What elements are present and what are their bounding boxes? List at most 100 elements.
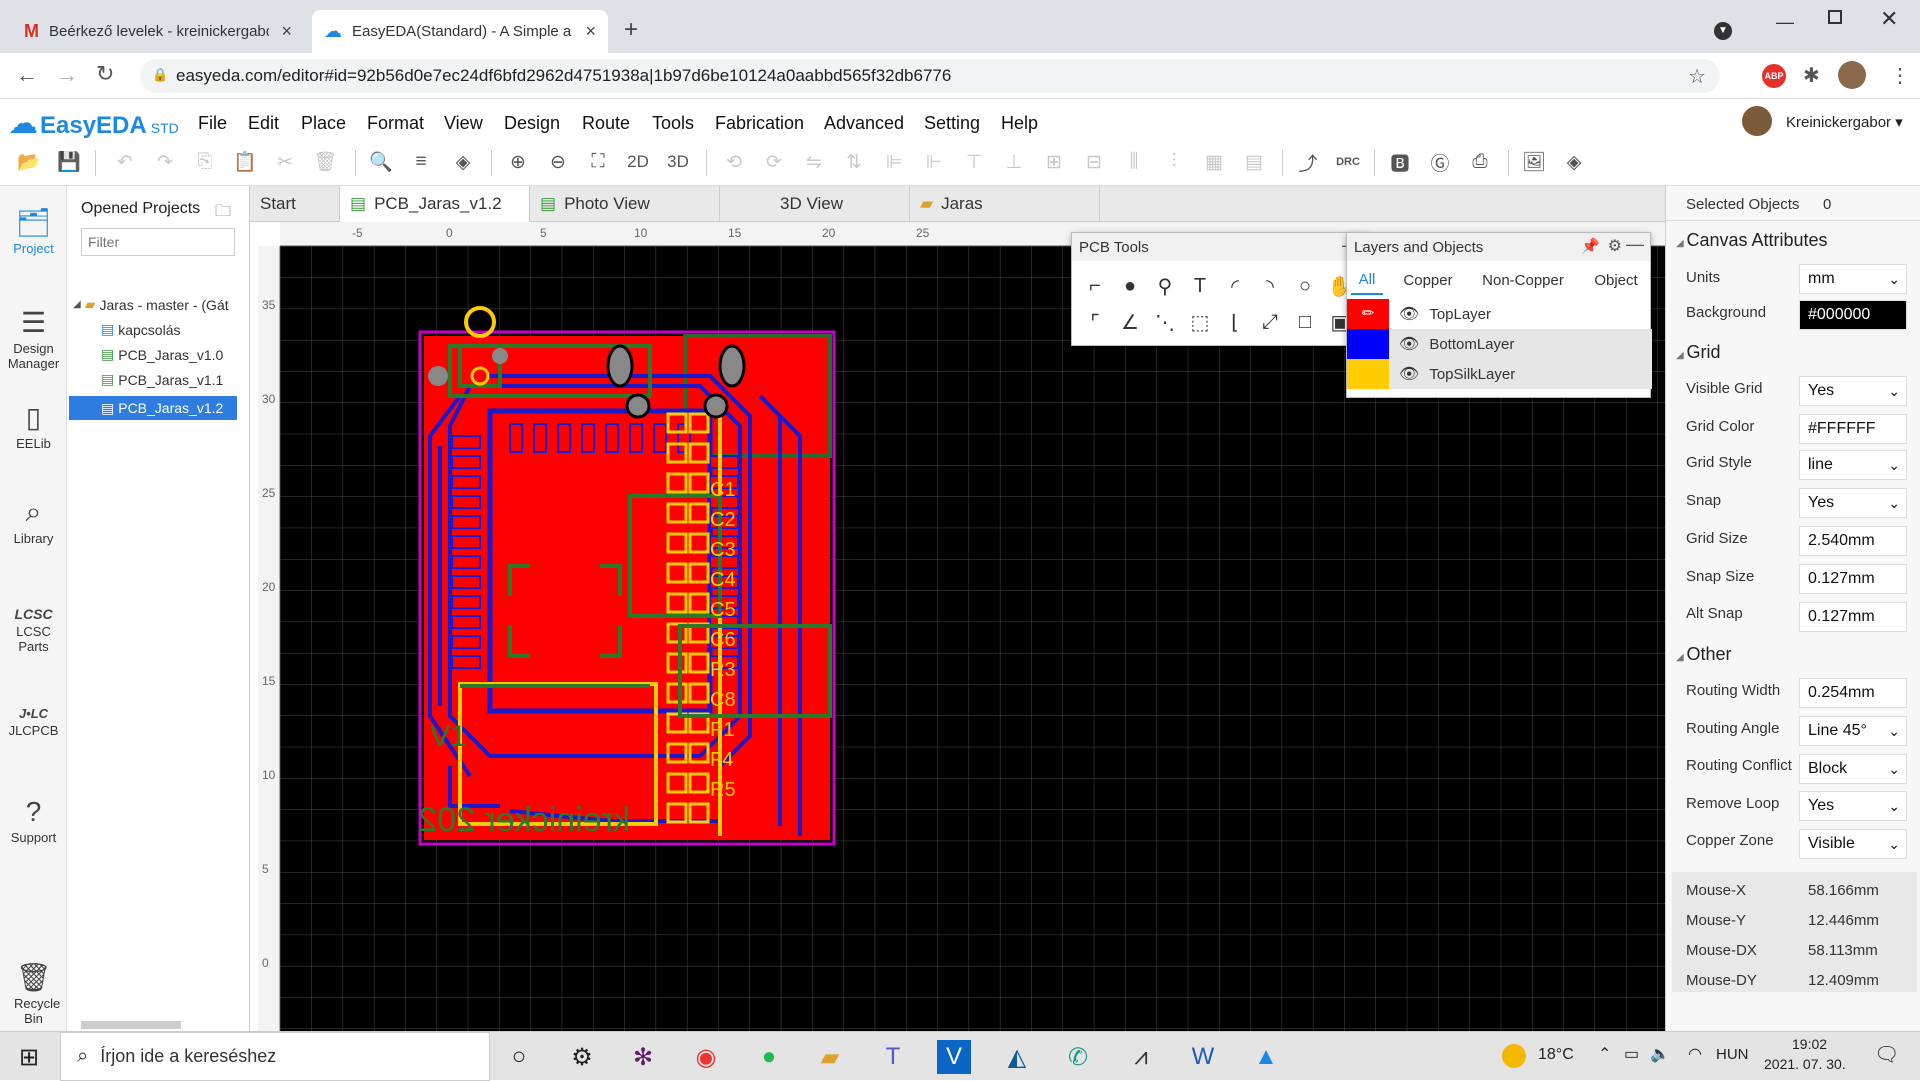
nav-eelib[interactable]: ▯ EELib [0,401,67,451]
grid-section[interactable]: ◢ Grid [1676,342,1720,363]
user-avatar[interactable] [1742,106,1772,136]
export-icon[interactable]: ⎙ [1466,148,1494,176]
pad-tool-icon[interactable]: ● [1117,273,1143,299]
track-tool-icon[interactable]: ⌐ [1082,273,1108,299]
angle-tool-icon[interactable]: ∠ [1117,309,1143,335]
word-icon[interactable]: W [1186,1040,1220,1074]
eye-icon[interactable]: 👁 [1399,334,1419,354]
menu-fabrication[interactable]: Fabrication [715,113,804,134]
close-tab-icon[interactable]: × [585,21,596,42]
align-top-icon[interactable]: ⊤ [960,148,988,176]
align-middle-icon[interactable]: ⊟ [1080,148,1108,176]
eye-icon[interactable]: 👁 [1399,364,1419,384]
clock-time[interactable]: 19:02 [1792,1036,1827,1052]
chat-app-icon[interactable]: ✆ [1061,1040,1095,1074]
menu-view[interactable]: View [444,113,483,134]
windows-start-icon[interactable]: ⊞ [12,1040,46,1074]
menu-file[interactable]: File [198,113,227,134]
flip-horizontal-icon[interactable]: ⇋ [800,148,828,176]
tab-search-icon[interactable]: ▼ [1714,22,1732,40]
text-tool-icon[interactable]: T [1187,273,1213,299]
canvas-attributes-section[interactable]: ◢ Canvas Attributes [1676,230,1828,251]
remove-loop-select[interactable]: Yes ⌄ [1799,791,1907,821]
browser-tab-easyeda[interactable]: ☁ EasyEDA(Standard) - A Simple an × [312,10,608,53]
menu-advanced[interactable]: Advanced [824,113,904,134]
arc2-tool-icon[interactable]: ◝ [1257,273,1283,299]
volume-icon[interactable]: 🔈 [1650,1044,1670,1064]
chrome-icon[interactable]: ◉ [689,1040,723,1074]
menu-edit[interactable]: Edit [248,113,279,134]
wifi-icon[interactable]: ◠ [1688,1044,1702,1064]
align-right-icon[interactable]: ⊩ [920,148,948,176]
find-similar-icon[interactable]: ≡ [407,148,435,176]
layer-row-bottom[interactable]: 👁 BottomLayer [1347,329,1652,359]
snap-select[interactable]: Yes ⌄ [1799,488,1907,518]
bom-icon[interactable]: 🅱 [1386,148,1414,176]
tab-pcb-jaras-v1-2[interactable]: ▤ PCB_Jaras_v1.2 [340,186,530,222]
menu-help[interactable]: Help [1001,113,1038,134]
group-icon[interactable]: ▦ [1200,148,1228,176]
eraser-icon[interactable]: ◈ [449,148,477,176]
eye-icon[interactable]: 👁 [1399,304,1419,324]
tab-object[interactable]: Object [1583,265,1649,295]
close-tab-icon[interactable]: × [281,21,292,42]
gerber-icon[interactable]: Ⓖ [1426,148,1454,176]
url-field[interactable]: 🔒 easyeda.com/editor#id=92b56d0e7ec24df6… [140,59,1720,93]
menu-design[interactable]: Design [504,113,560,134]
align-left-icon[interactable]: ⊫ [880,148,908,176]
star-icon[interactable]: ☆ [1688,64,1706,89]
nav-project[interactable]: 🗂 Project [0,206,67,256]
tab-3d-view[interactable]: 3D View [720,186,910,222]
layers-icon[interactable]: ◈ [1560,148,1588,176]
rectangle-tool-icon[interactable]: □ [1292,309,1318,335]
layer-row-top[interactable]: ✏ 👁 TopLayer [1347,299,1652,329]
reload-icon[interactable]: ↻ [96,61,114,87]
ungroup-icon[interactable]: ▤ [1240,148,1268,176]
menu-place[interactable]: Place [301,113,346,134]
user-name[interactable]: Kreinickergabor ▾ [1786,113,1903,131]
tree-item-pcb-v1-1[interactable]: ▤ PCB_Jaras_v1.1 [101,371,223,388]
tray-chevron-up-icon[interactable]: ⌃ [1598,1044,1611,1064]
settings-icon[interactable]: ⚙ [565,1040,599,1074]
tree-item-kapcsolas[interactable]: ▤ kapcsolás [101,321,181,338]
gear-icon[interactable]: ⚙ [1608,236,1622,256]
grid-size-field[interactable]: 2.540mm [1799,526,1907,556]
arc-tool-icon[interactable]: ◜ [1222,273,1248,299]
visible-grid-select[interactable]: Yes ⌄ [1799,376,1907,406]
back-icon[interactable]: ← [16,62,38,88]
routing-angle-select[interactable]: Line 45° ⌄ [1799,716,1907,746]
other-section[interactable]: ◢ Other [1676,644,1732,665]
collapse-icon[interactable]: ◢ [73,299,81,310]
language-indicator[interactable]: HUN [1716,1046,1749,1063]
dimension-tool-icon[interactable]: ⌜ [1082,309,1108,335]
drc-button[interactable]: DRC [1334,148,1362,176]
forward-icon[interactable]: → [56,62,78,88]
routing-conflict-select[interactable]: Block ⌄ [1799,754,1907,784]
tree-root[interactable]: ◢ ▰ Jaras - master - (Gát [73,296,229,313]
delete-icon[interactable]: 🗑 [311,148,339,176]
undo-icon[interactable]: ↶ [111,148,139,176]
app-icon[interactable]: ⩘ [1124,1040,1158,1074]
teams-icon[interactable]: T [876,1040,910,1074]
horizontal-scrollbar[interactable] [81,1021,181,1029]
nav-recycle-bin[interactable]: 🗑 Recycle Bin [0,961,67,1026]
browser-tab-gmail[interactable]: M Beérkező levelek - kreinickergabo × [12,10,304,53]
adblock-icon[interactable]: ABP [1762,64,1786,88]
copy-icon[interactable]: ⎘ [191,148,219,176]
zoom-out-icon[interactable]: ⊖ [544,148,572,176]
browser-menu-icon[interactable]: ⋮ [1890,63,1910,88]
slack-icon[interactable]: ✻ [626,1040,660,1074]
align-bottom-icon[interactable]: ⊥ [1000,148,1028,176]
save-icon[interactable]: 💾 [55,148,83,176]
tab-start[interactable]: Start [250,186,340,222]
alt-snap-field[interactable]: 0.127mm [1799,602,1907,632]
snap-size-field[interactable]: 0.127mm [1799,564,1907,594]
tab-photo-view[interactable]: ▤ Photo View [530,186,720,222]
connect-tool-icon[interactable]: ⋱ [1152,309,1178,335]
image-icon[interactable]: 🖼 [1520,148,1548,176]
photos-icon[interactable]: ▲ [1249,1040,1283,1074]
outline-tool-icon[interactable]: ⌊ [1222,309,1248,335]
minimize-icon[interactable]: — [1776,12,1794,33]
measure-tool-icon[interactable]: ⤢ [1257,309,1283,335]
battery-icon[interactable]: ▭ [1624,1044,1639,1064]
